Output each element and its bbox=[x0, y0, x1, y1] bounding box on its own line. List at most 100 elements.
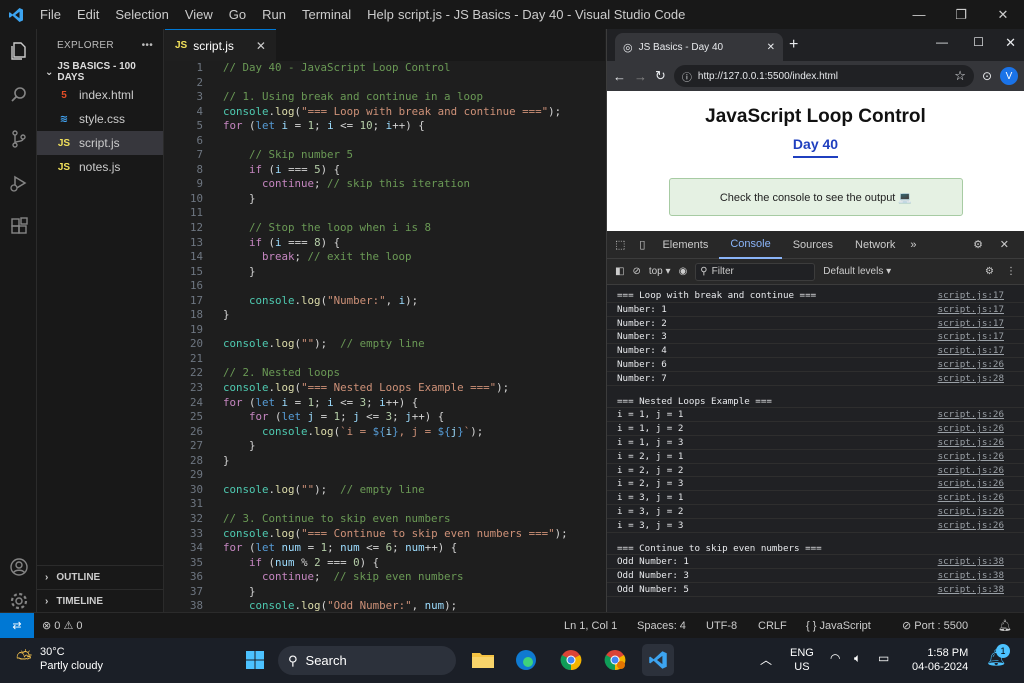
clock[interactable]: 1:58 PM 04-06-2024 bbox=[912, 646, 968, 674]
log-source-link[interactable]: script.js:17 bbox=[938, 317, 1004, 330]
file-notes-js[interactable]: JS notes.js bbox=[37, 155, 163, 179]
chrome-browser-icon[interactable] bbox=[555, 644, 587, 676]
menu-file[interactable]: File bbox=[32, 0, 69, 29]
code-line[interactable]: 9 continue; // skip this iteration bbox=[165, 177, 605, 192]
encoding[interactable]: UTF-8 bbox=[706, 620, 737, 632]
taskbar-search[interactable]: ⚲ Search bbox=[278, 646, 456, 675]
menu-selection[interactable]: Selection bbox=[107, 0, 176, 29]
log-source-link[interactable]: script.js:26 bbox=[938, 408, 1004, 421]
context-select[interactable]: top ▾ bbox=[649, 266, 671, 277]
devtools-tab-sources[interactable]: Sources bbox=[782, 231, 844, 259]
code-line[interactable]: 7 // Skip number 5 bbox=[165, 148, 605, 163]
log-source-link[interactable]: script.js:38 bbox=[938, 555, 1004, 568]
code-line[interactable]: 31 bbox=[165, 497, 605, 512]
code-line[interactable]: 20 console.log(""); // empty line bbox=[165, 337, 605, 352]
code-line[interactable]: 15 } bbox=[165, 265, 605, 280]
file-explorer-icon[interactable] bbox=[467, 644, 499, 676]
code-line[interactable]: 24 for (let i = 1; i <= 3; i++) { bbox=[165, 396, 605, 411]
menu-view[interactable]: View bbox=[177, 0, 221, 29]
code-line[interactable]: 18} bbox=[165, 308, 605, 323]
clear-console-icon[interactable]: ⊘ bbox=[632, 266, 640, 277]
tab-script-js[interactable]: JS script.js ✕ bbox=[165, 29, 276, 61]
code-line[interactable]: 23 console.log("=== Nested Loops Example … bbox=[165, 381, 605, 396]
outline-section[interactable]: › OUTLINE bbox=[37, 565, 164, 589]
source-control-icon[interactable] bbox=[0, 117, 37, 161]
wifi-icon[interactable]: ◠ bbox=[830, 651, 840, 665]
log-source-link[interactable]: script.js:26 bbox=[938, 477, 1004, 490]
devtools-tab-console[interactable]: Console bbox=[719, 231, 782, 259]
line-ending[interactable]: CRLF bbox=[758, 620, 787, 632]
code-line[interactable]: 2 bbox=[165, 76, 605, 91]
file-index-html[interactable]: 5 index.html bbox=[37, 83, 163, 107]
inspect-icon[interactable]: ⬚ bbox=[607, 231, 633, 259]
log-source-link[interactable]: script.js:17 bbox=[938, 344, 1004, 357]
menu-help[interactable]: Help bbox=[359, 0, 402, 29]
log-source-link[interactable]: script.js:17 bbox=[938, 289, 1004, 302]
devtools-tab-network[interactable]: Network bbox=[844, 231, 906, 259]
code-line[interactable]: 32 // 3. Continue to skip even numbers bbox=[165, 512, 605, 527]
sidebar-toggle-icon[interactable]: ◧ bbox=[615, 266, 624, 277]
cursor-position[interactable]: Ln 1, Col 1 bbox=[564, 620, 617, 632]
code-line[interactable]: 28} bbox=[165, 454, 605, 469]
code-line[interactable]: 14 break; // exit the loop bbox=[165, 250, 605, 265]
profile-avatar[interactable]: V bbox=[1000, 67, 1018, 85]
device-toggle-icon[interactable]: ▯ bbox=[633, 231, 651, 259]
indentation[interactable]: Spaces: 4 bbox=[637, 620, 686, 632]
battery-icon[interactable]: ▭ bbox=[878, 651, 889, 665]
code-line[interactable]: 10 } bbox=[165, 192, 605, 207]
restore-icon[interactable]: ❐ bbox=[940, 0, 982, 29]
edge-browser-icon[interactable] bbox=[510, 644, 542, 676]
code-line[interactable]: 16 bbox=[165, 279, 605, 294]
volume-icon[interactable]: 🔈︎ bbox=[854, 651, 861, 666]
code-line[interactable]: 38 console.log("Odd Number:", num); bbox=[165, 599, 605, 612]
problems-indicator[interactable]: ⊗ 0 ⚠ 0 bbox=[42, 619, 83, 632]
code-area[interactable]: 1 // Day 40 - JavaScript Loop Control 2 3 //… bbox=[165, 61, 605, 612]
log-source-link[interactable]: script.js:26 bbox=[938, 519, 1004, 532]
log-source-link[interactable]: script.js:28 bbox=[938, 372, 1004, 385]
timeline-section[interactable]: › TIMELINE bbox=[37, 589, 164, 613]
log-source-link[interactable]: script.js:17 bbox=[938, 303, 1004, 316]
code-line[interactable]: 35 if (num % 2 === 0) { bbox=[165, 556, 605, 571]
notifications-bell-icon[interactable]: 🔔︎ bbox=[998, 619, 1012, 632]
chrome-profile-icon[interactable] bbox=[599, 644, 631, 676]
back-icon[interactable]: ← bbox=[613, 69, 626, 84]
code-line[interactable]: 6 bbox=[165, 134, 605, 149]
code-line[interactable]: 3 // 1. Using break and continue in a loo… bbox=[165, 90, 605, 105]
code-line[interactable]: 36 continue; // skip even numbers bbox=[165, 570, 605, 585]
code-line[interactable]: 30 console.log(""); // empty line bbox=[165, 483, 605, 498]
log-source-link[interactable]: script.js:26 bbox=[938, 358, 1004, 371]
log-source-link[interactable]: script.js:26 bbox=[938, 505, 1004, 518]
log-source-link[interactable]: script.js:26 bbox=[938, 450, 1004, 463]
maximize-icon[interactable]: ☐ bbox=[973, 35, 984, 49]
explorer-icon[interactable] bbox=[0, 29, 37, 73]
log-source-link[interactable]: script.js:26 bbox=[938, 491, 1004, 504]
code-line[interactable]: 1 // Day 40 - JavaScript Loop Control bbox=[165, 61, 605, 76]
log-source-link[interactable]: script.js:17 bbox=[938, 330, 1004, 343]
browser-tab[interactable]: ◎ JS Basics - Day 40 ✕ bbox=[615, 33, 783, 61]
address-bar[interactable]: ⓘ http://127.0.0.1:5500/index.html ☆ bbox=[673, 65, 974, 87]
minimize-icon[interactable]: — bbox=[898, 0, 940, 29]
code-line[interactable]: 29 bbox=[165, 468, 605, 483]
forward-icon[interactable]: → bbox=[634, 69, 647, 84]
extensions-icon[interactable] bbox=[0, 205, 37, 249]
language-mode[interactable]: { } JavaScript bbox=[806, 620, 871, 632]
minimize-icon[interactable]: — bbox=[936, 35, 948, 49]
code-line[interactable]: 19 bbox=[165, 323, 605, 338]
log-source-link[interactable]: script.js:38 bbox=[938, 569, 1004, 582]
close-window-icon[interactable]: ✕ bbox=[1005, 35, 1016, 51]
tray-chevron-up-icon[interactable]: ︿ bbox=[760, 651, 772, 668]
extension-icon[interactable]: ⊙ bbox=[982, 69, 992, 83]
menu-run[interactable]: Run bbox=[254, 0, 294, 29]
notification-center-icon[interactable]: 🔔︎ 1 bbox=[986, 644, 1010, 668]
run-debug-icon[interactable] bbox=[0, 161, 37, 205]
input-language[interactable]: ENG US bbox=[790, 646, 814, 674]
log-source-link[interactable]: script.js:26 bbox=[938, 422, 1004, 435]
vscode-taskbar-icon[interactable] bbox=[642, 644, 674, 676]
menu-go[interactable]: Go bbox=[221, 0, 254, 29]
remote-icon[interactable]: ⇄ bbox=[0, 612, 34, 639]
devtools-close-icon[interactable]: ✕ bbox=[989, 231, 1020, 259]
log-levels-select[interactable]: Default levels ▾ bbox=[823, 266, 891, 277]
site-info-icon[interactable]: ⓘ bbox=[682, 69, 692, 84]
windows-start-icon[interactable] bbox=[239, 644, 271, 676]
code-line[interactable]: 37 } bbox=[165, 585, 605, 600]
